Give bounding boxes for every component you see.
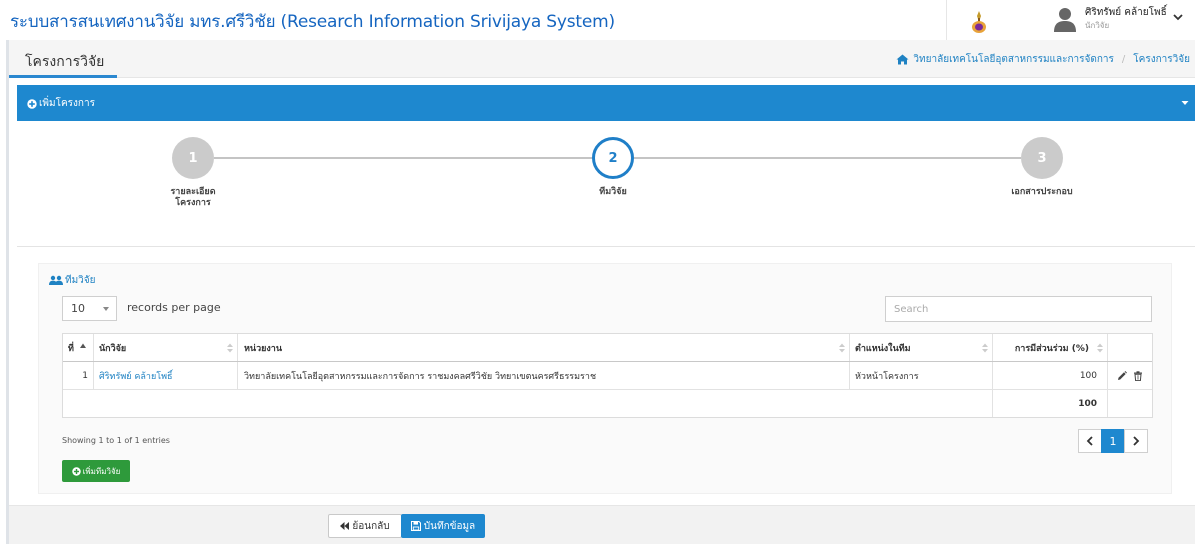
pagination-page-1[interactable]: 1 [1101, 429, 1125, 453]
footer-empty-span [63, 390, 993, 417]
home-icon[interactable] [896, 54, 909, 65]
breadcrumb: วิทยาลัยเทคโนโลยีอุตสาหกรรมและการจัดการ … [896, 52, 1190, 67]
content-left-border [6, 40, 9, 544]
form-action-bar: ย้อนกลับ บันทึกข้อมูล [9, 505, 1195, 544]
floppy-icon [410, 521, 421, 531]
pencil-icon[interactable] [1117, 370, 1127, 381]
cell-no: 1 [63, 362, 94, 389]
wizard-step-3[interactable]: 3 [1021, 137, 1063, 179]
pagination: 1 [1078, 429, 1148, 453]
plus-circle-icon [71, 466, 81, 476]
wizard-connector [634, 157, 1021, 159]
research-team-box: ทีมวิจัย 10 records per page ที่ นักวิจั… [38, 263, 1172, 494]
pagination-next[interactable] [1124, 429, 1148, 453]
save-button[interactable]: บันทึกข้อมูล [401, 514, 485, 538]
breadcrumb-item-college[interactable]: วิทยาลัยเทคโนโลยีอุตสาหกรรมและการจัดการ [913, 52, 1114, 67]
wizard-step-1-label-line2: โครงการ [175, 198, 211, 208]
table-footer-row: 100 [63, 390, 1152, 417]
add-team-member-label: เพิ่มทีมวิจัย [82, 466, 121, 476]
chevron-down-icon[interactable] [1172, 11, 1184, 23]
column-header-actions [1108, 334, 1152, 361]
emblem-icon [972, 11, 986, 33]
team-section-title: ทีมวิจัย [49, 273, 96, 288]
panel-title-text: เพิ่มโครงการ [39, 98, 95, 109]
wizard-step-1[interactable]: 1 [172, 137, 214, 179]
sort-icon [839, 343, 845, 353]
wizard-step-3-label: เอกสารประกอบ [1011, 187, 1073, 197]
table-search-input[interactable] [885, 296, 1152, 322]
cell-researcher-link[interactable]: ศิริทรัพย์ คล้ายโพธิ์ [94, 362, 238, 389]
plus-circle-icon [27, 98, 37, 109]
column-header-no[interactable]: ที่ [63, 334, 94, 361]
column-header-participation[interactable]: การมีส่วนร่วม (%) [993, 334, 1108, 361]
header-divider [946, 0, 947, 40]
trash-icon[interactable] [1133, 370, 1143, 381]
table-row: 1 ศิริทรัพย์ คล้ายโพธิ์ วิทยาลัยเทคโนโลย… [63, 362, 1152, 390]
back-button-label: ย้อนกลับ [352, 520, 390, 532]
cell-participation: 100 [993, 362, 1108, 389]
records-per-page-select[interactable]: 10 [62, 296, 117, 321]
team-title-text: ทีมวิจัย [65, 275, 96, 286]
sort-asc-icon [80, 343, 86, 348]
footer-actions-cell [1108, 390, 1152, 417]
title-underline [9, 75, 117, 78]
user-avatar-icon[interactable] [1053, 6, 1077, 32]
wizard-connector [214, 157, 592, 159]
participation-total: 100 [993, 390, 1108, 417]
wizard-step-2-label: ทีมวิจัย [599, 187, 627, 197]
add-team-member-button[interactable]: เพิ่มทีมวิจัย [62, 460, 130, 482]
backward-icon [340, 522, 350, 530]
breadcrumb-item-projects[interactable]: โครงการวิจัย [1133, 52, 1190, 67]
sort-icon [982, 343, 988, 353]
pagination-previous[interactable] [1078, 429, 1102, 453]
table-info: Showing 1 to 1 of 1 entries [62, 436, 170, 445]
user-role: นักวิจัย [1085, 21, 1110, 30]
chevron-right-icon [1133, 436, 1140, 446]
column-header-unit-text: หน่วยงาน [244, 343, 283, 354]
column-header-no-text: ที่ [68, 343, 74, 354]
column-header-researcher[interactable]: นักวิจัย [94, 334, 238, 361]
add-project-panel-header[interactable]: เพิ่มโครงการ [17, 85, 1195, 121]
page-title: โครงการวิจัย [25, 54, 105, 70]
project-wizard: 1 2 3 รายละเอียด โครงการ ทีมวิจัย เอกสาร… [17, 121, 1195, 247]
column-header-unit[interactable]: หน่วยงาน [238, 334, 850, 361]
chevron-left-icon [1086, 436, 1093, 446]
top-header: ระบบสารสนเทศงานวิจัย มทร.ศรีวิชัย (Resea… [0, 0, 1195, 40]
select-caret-icon [103, 307, 109, 311]
collapse-caret-icon[interactable] [1181, 100, 1189, 106]
site-title[interactable]: ระบบสารสนเทศงานวิจัย มทร.ศรีวิชัย (Resea… [10, 8, 615, 35]
wizard-step-1-label-line1: รายละเอียด [170, 187, 216, 197]
users-icon [49, 275, 63, 285]
sort-icon [227, 343, 233, 353]
wizard-step-1-label: รายละเอียด โครงการ [133, 187, 253, 209]
user-name[interactable]: ศิริทรัพย์ คล้ายโพธิ์ [1085, 5, 1167, 20]
records-per-page-label: records per page [127, 301, 221, 314]
column-header-position-text: ตำแหน่งในทีม [855, 343, 911, 354]
column-header-participation-text: การมีส่วนร่วม (%) [1014, 343, 1089, 354]
wizard-step-2[interactable]: 2 [592, 137, 634, 179]
cell-position: หัวหน้าโครงการ [850, 362, 993, 389]
cell-actions [1108, 362, 1152, 389]
back-button[interactable]: ย้อนกลับ [328, 514, 402, 538]
page-title-bar: โครงการวิจัย วิทยาลัยเทคโนโลยีอุตสาหกรรม… [9, 40, 1195, 78]
sort-icon [1097, 343, 1103, 353]
column-header-position[interactable]: ตำแหน่งในทีม [850, 334, 993, 361]
records-per-page-value: 10 [71, 302, 85, 315]
panel-title: เพิ่มโครงการ [27, 96, 95, 111]
save-button-label: บันทึกข้อมูล [423, 520, 476, 532]
breadcrumb-separator: / [1121, 54, 1126, 65]
cell-unit: วิทยาลัยเทคโนโลยีอุตสาหกรรมและการจัดการ … [238, 362, 850, 389]
table-header-row: ที่ นักวิจัย หน่วยงาน ตำแหน่งในทีม การมี… [63, 334, 1152, 362]
research-team-table: ที่ นักวิจัย หน่วยงาน ตำแหน่งในทีม การมี… [62, 333, 1153, 418]
column-header-researcher-text: นักวิจัย [99, 343, 127, 354]
